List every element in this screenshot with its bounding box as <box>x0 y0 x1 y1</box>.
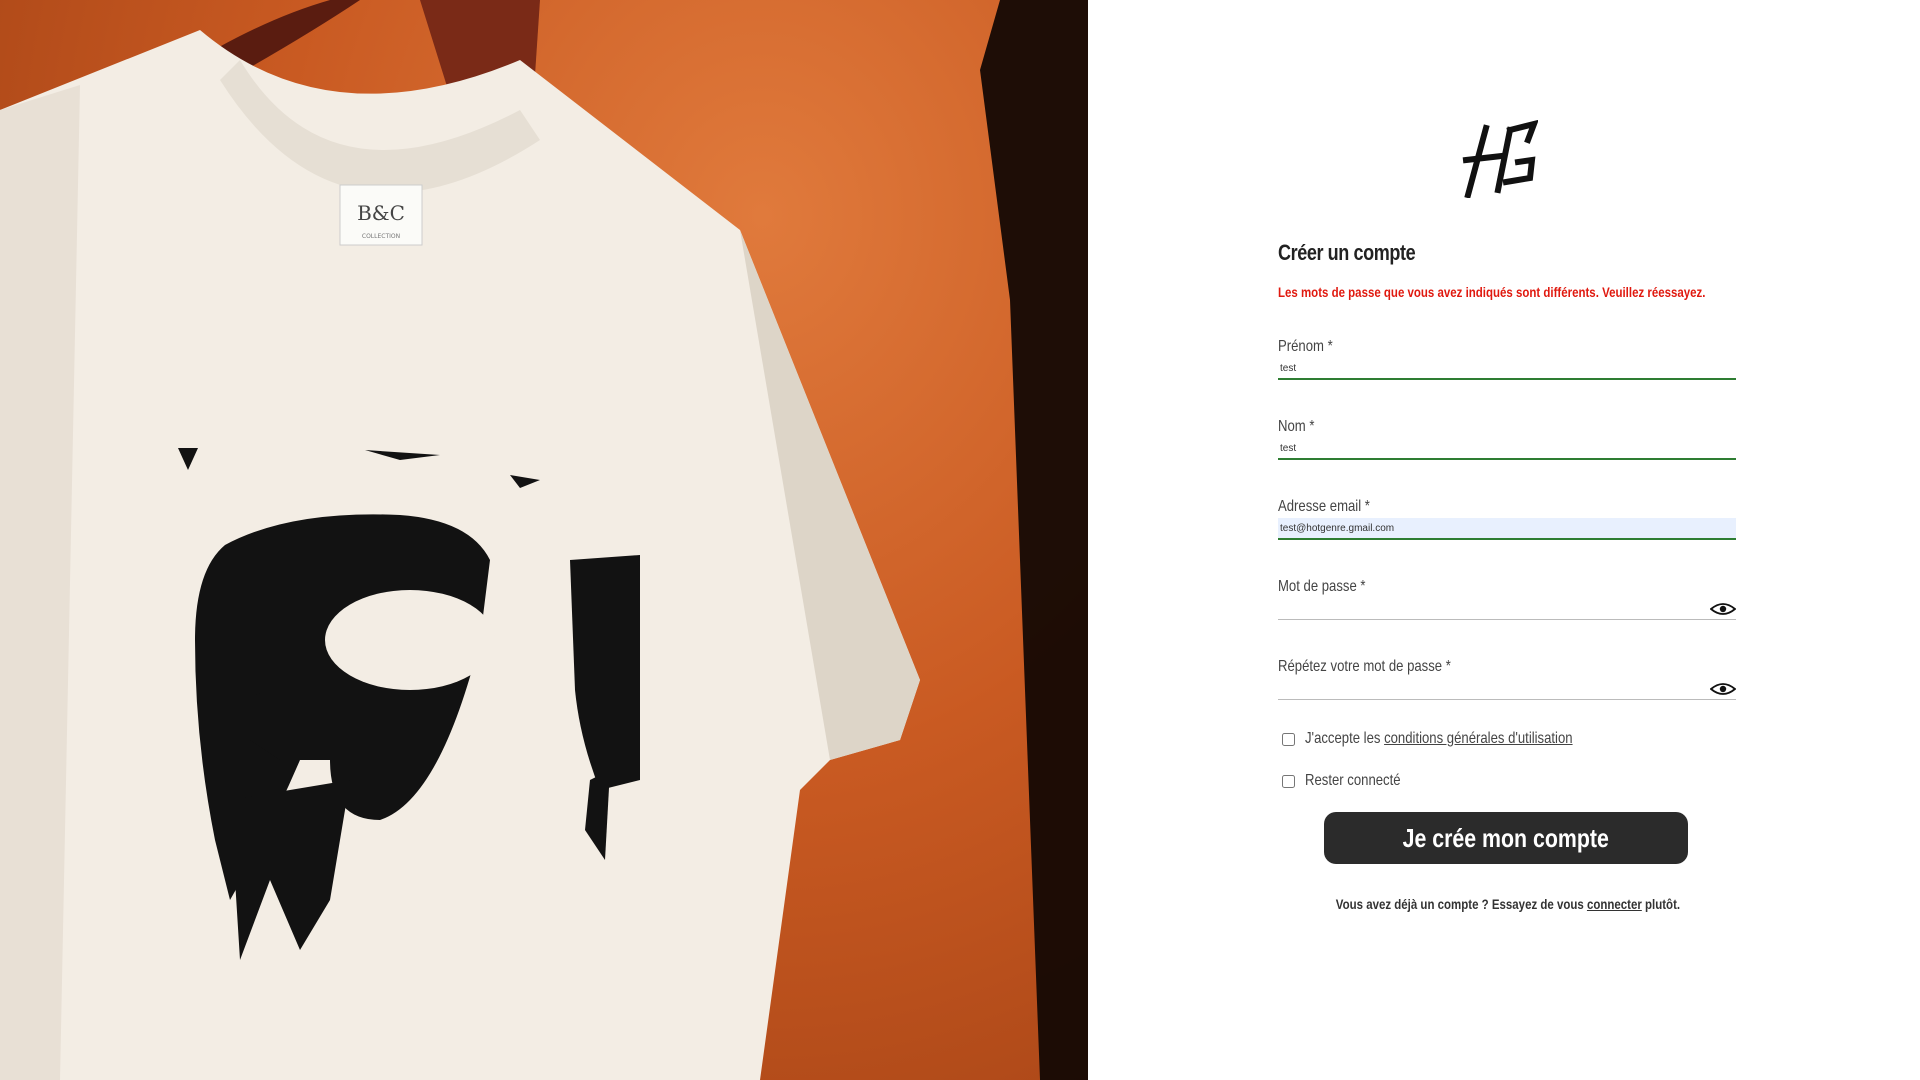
password-label: Mot de passe * <box>1278 578 1366 595</box>
login-suffix: plutôt. <box>1641 896 1681 912</box>
hero-image: B&C COLLECTION <box>0 0 1088 1080</box>
signup-panel: Créer un compte Les mots de passe que vo… <box>1088 0 1920 1080</box>
last-name-input[interactable] <box>1278 438 1736 460</box>
terms-link[interactable]: conditions générales d'utilisation <box>1384 730 1572 747</box>
eye-icon[interactable] <box>1710 682 1736 696</box>
terms-checkbox[interactable] <box>1282 732 1295 746</box>
remember-row: Rester connecté <box>1278 772 1738 790</box>
email-field: Adresse email * <box>1278 498 1738 540</box>
tag-brand: B&C <box>357 201 405 225</box>
signup-form: Créer un compte Les mots de passe que vo… <box>1278 240 1738 912</box>
terms-text: J'accepte les conditions générales d'uti… <box>1305 730 1573 748</box>
login-prefix: Vous avez déjà un compte ? Essayez de vo… <box>1335 896 1588 912</box>
remember-checkbox[interactable] <box>1282 774 1295 788</box>
password-input[interactable] <box>1278 598 1736 620</box>
last-name-field: Nom * <box>1278 418 1738 460</box>
repeat-password-field: Répétez votre mot de passe * <box>1278 658 1738 700</box>
terms-row: J'accepte les conditions générales d'uti… <box>1278 730 1738 748</box>
first-name-field: Prénom * <box>1278 338 1738 380</box>
last-name-label: Nom * <box>1278 418 1315 435</box>
email-label: Adresse email * <box>1278 498 1370 515</box>
login-prompt: Vous avez déjà un compte ? Essayez de vo… <box>1278 896 1738 912</box>
tag-text: COLLECTION <box>362 233 400 240</box>
hotgenre-logo-icon <box>1462 120 1538 198</box>
first-name-input[interactable] <box>1278 358 1736 380</box>
email-input[interactable] <box>1278 518 1736 540</box>
page-title: Créer un compte <box>1278 240 1416 265</box>
first-name-label: Prénom * <box>1278 338 1333 355</box>
repeat-password-label: Répétez votre mot de passe * <box>1278 658 1451 675</box>
tshirt-photo: B&C COLLECTION <box>0 0 1088 1080</box>
login-link[interactable]: connecter <box>1587 896 1642 912</box>
create-account-button[interactable]: Je crée mon compte <box>1324 812 1688 864</box>
repeat-password-input[interactable] <box>1278 678 1736 700</box>
create-account-label: Je crée mon compte <box>1402 822 1610 853</box>
terms-prefix: J'accepte les <box>1305 730 1385 747</box>
eye-icon[interactable] <box>1710 602 1736 616</box>
remember-label: Rester connecté <box>1305 772 1401 789</box>
password-field: Mot de passe * <box>1278 578 1738 620</box>
error-message: Les mots de passe que vous avez indiqués… <box>1278 284 1706 300</box>
